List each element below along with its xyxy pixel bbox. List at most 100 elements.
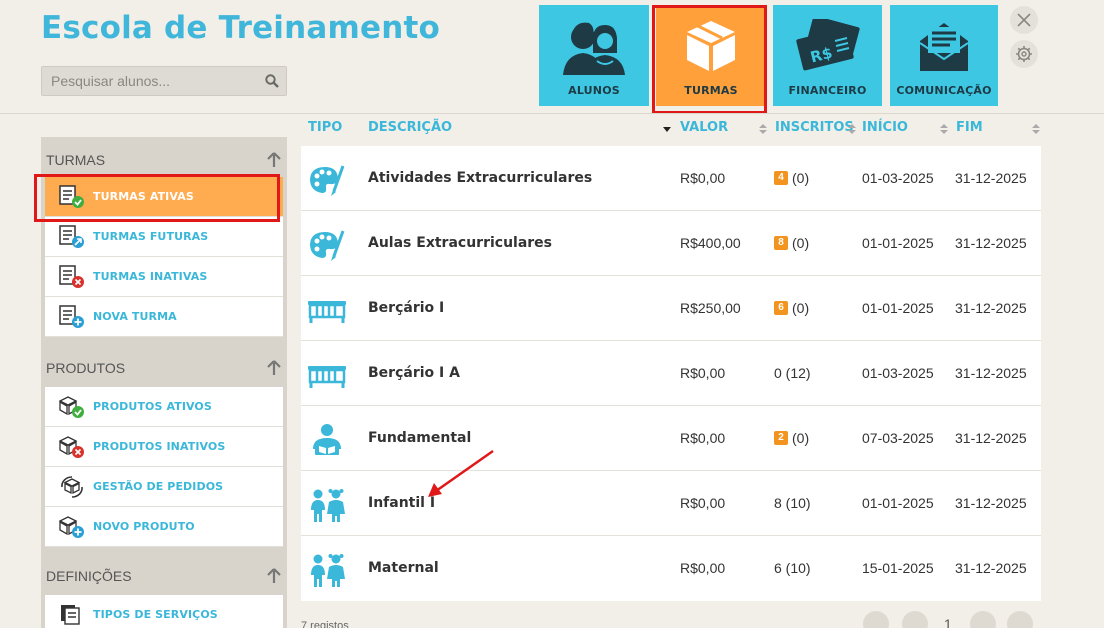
sidebar-item-gestao-pedidos[interactable]: GESTÃO DE PEDIDOS <box>45 467 283 507</box>
inscritos-count: (0) <box>792 170 810 186</box>
nav-tile-turmas[interactable]: TURMAS <box>656 5 766 106</box>
close-icon <box>1017 13 1031 27</box>
current-page: 1 <box>944 616 952 628</box>
class-future-icon <box>59 224 84 248</box>
column-header-valor[interactable]: VALOR <box>680 120 728 135</box>
sidebar-item-label: NOVO PRODUTO <box>93 520 195 533</box>
class-add-icon <box>59 304 84 328</box>
waitlist-badge: 8 <box>774 236 788 250</box>
app-title: Escola de Treinamento <box>41 10 441 46</box>
palette-icon <box>307 163 347 202</box>
column-header-tipo[interactable]: TIPO <box>308 120 342 135</box>
row-inicio: 01-03-2025 <box>862 365 934 381</box>
row-descricao: Infantil I <box>368 495 436 511</box>
crib-icon <box>307 293 347 332</box>
sort-icon[interactable] <box>1032 124 1040 134</box>
row-valor: R$250,00 <box>680 300 741 316</box>
waitlist-badge: 2 <box>774 431 788 445</box>
inscritos-count: 6 (10) <box>774 560 811 576</box>
nav-tile-comunicacao[interactable]: COMUNICAÇÃO <box>890 5 998 106</box>
table-row[interactable]: Infantil I R$0,00 8 (10) 01-01-2025 31-1… <box>301 471 1041 536</box>
class-active-icon <box>59 184 84 208</box>
header-divider <box>0 113 1104 114</box>
students-icon <box>559 19 629 82</box>
sidebar-item-turmas-futuras[interactable]: TURMAS FUTURAS <box>45 217 283 257</box>
sidebar-item-tipos-servicos[interactable]: TIPOS DE SERVIÇOS <box>45 595 283 628</box>
sort-icon[interactable] <box>848 124 856 134</box>
first-page-button[interactable] <box>863 611 889 628</box>
sidebar-item-label: GESTÃO DE PEDIDOS <box>93 480 224 493</box>
sidebar-group-definicoes: TIPOS DE SERVIÇOS <box>45 595 283 628</box>
sidebar-item-novo-produto[interactable]: NOVO PRODUTO <box>45 507 283 547</box>
row-valor: R$0,00 <box>680 495 726 511</box>
collapse-up-icon[interactable] <box>267 152 281 168</box>
table-row[interactable]: Berçário I A R$0,00 0 (12) 01-03-2025 31… <box>301 341 1041 406</box>
table-row[interactable]: Berçário I R$250,00 6 (0) 01-01-2025 31-1… <box>301 276 1041 341</box>
close-button[interactable] <box>1010 6 1038 34</box>
row-inscritos: 0 (12) <box>774 365 811 381</box>
sort-icon[interactable] <box>940 124 948 134</box>
sidebar-section-turmas: TURMAS <box>41 137 287 173</box>
sidebar-group-produtos: PRODUTOS ATIVOS PRODUTOS INATIVOS GESTÃO… <box>45 387 283 547</box>
search-box[interactable] <box>41 66 287 96</box>
sidebar-item-label: PRODUTOS ATIVOS <box>93 400 212 413</box>
table-row[interactable]: Fundamental R$0,00 2 (0) 07-03-2025 31-12… <box>301 406 1041 471</box>
table-row[interactable]: Atividades Extracurriculares R$0,00 4 (0)… <box>301 146 1041 211</box>
row-fim: 31-12-2025 <box>955 235 1027 251</box>
sidebar-item-label: PRODUTOS INATIVOS <box>93 440 226 453</box>
row-inicio: 01-01-2025 <box>862 300 934 316</box>
last-page-button[interactable] <box>1007 611 1033 628</box>
sidebar-item-nova-turma[interactable]: NOVA TURMA <box>45 297 283 337</box>
sidebar-item-turmas-ativas[interactable]: TURMAS ATIVAS <box>45 177 283 217</box>
sidebar-item-label: NOVA TURMA <box>93 310 177 323</box>
row-fim: 31-12-2025 <box>955 365 1027 381</box>
row-valor: R$0,00 <box>680 365 726 381</box>
sidebar-item-turmas-inativas[interactable]: TURMAS INATIVAS <box>45 257 283 297</box>
column-header-inicio[interactable]: INÍCIO <box>862 120 908 135</box>
collapse-up-icon[interactable] <box>267 568 281 584</box>
sidebar-item-label: TIPOS DE SERVIÇOS <box>93 608 218 621</box>
sort-icon[interactable] <box>759 124 767 134</box>
sidebar: TURMAS TURMAS ATIVAS TURMAS FUTURAS TURM… <box>41 137 287 628</box>
sidebar-item-produtos-ativos[interactable]: PRODUTOS ATIVOS <box>45 387 283 427</box>
sidebar-item-label: TURMAS INATIVAS <box>93 270 208 283</box>
children-icon <box>307 553 347 594</box>
row-valor: R$0,00 <box>680 170 726 186</box>
column-header-descricao[interactable]: DESCRIÇÃO <box>368 120 452 135</box>
row-descricao: Berçário I A <box>368 365 460 381</box>
row-valor: R$400,00 <box>680 235 741 251</box>
search-input[interactable] <box>42 73 258 89</box>
settings-button[interactable] <box>1010 40 1038 68</box>
search-icon[interactable] <box>258 74 286 88</box>
row-fim: 31-12-2025 <box>955 560 1027 576</box>
column-header-fim[interactable]: FIM <box>956 120 983 135</box>
row-fim: 31-12-2025 <box>955 170 1027 186</box>
next-page-button[interactable] <box>970 611 996 628</box>
row-fim: 31-12-2025 <box>955 495 1027 511</box>
row-inscritos: 6 (0) <box>774 300 809 316</box>
children-icon <box>307 488 347 529</box>
sidebar-item-produtos-inativos[interactable]: PRODUTOS INATIVOS <box>45 427 283 467</box>
sidebar-item-label: TURMAS FUTURAS <box>93 230 209 243</box>
money-bills-icon: R$ <box>795 15 861 78</box>
row-fim: 31-12-2025 <box>955 430 1027 446</box>
inscritos-count: (0) <box>792 430 810 446</box>
sidebar-item-label: TURMAS ATIVAS <box>93 190 194 203</box>
nav-tile-financeiro[interactable]: R$ FINANCEIRO <box>773 5 882 106</box>
inscritos-count: 0 (12) <box>774 365 811 381</box>
prev-page-button[interactable] <box>902 611 928 628</box>
record-count: 7 registos <box>301 620 349 628</box>
column-header-inscritos[interactable]: INSCRITOS <box>775 120 854 135</box>
nav-tile-alunos[interactable]: ALUNOS <box>539 5 649 106</box>
waitlist-badge: 6 <box>774 301 788 315</box>
collapse-up-icon[interactable] <box>267 360 281 376</box>
table-row[interactable]: Aulas Extracurriculares R$400,00 8 (0) 01… <box>301 211 1041 276</box>
row-descricao: Aulas Extracurriculares <box>368 235 553 251</box>
sort-desc-icon[interactable] <box>663 124 671 134</box>
row-inicio: 01-03-2025 <box>862 170 934 186</box>
section-title: DEFINIÇÕES <box>46 568 132 584</box>
orders-icon <box>61 475 83 498</box>
nav-tile-label: ALUNOS <box>568 84 620 97</box>
table-row[interactable]: Maternal R$0,00 6 (10) 15-01-2025 31-12-… <box>301 536 1041 601</box>
row-inscritos: 6 (10) <box>774 560 811 576</box>
